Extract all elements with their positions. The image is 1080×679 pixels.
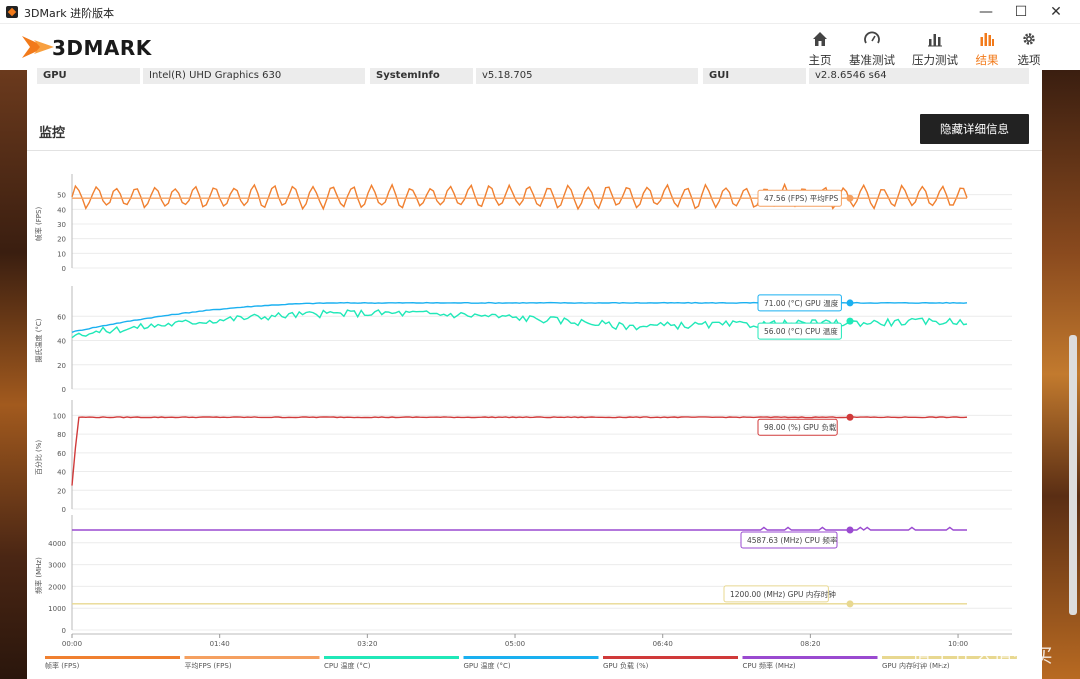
nav-results-label: 结果 xyxy=(975,53,999,67)
y-tick-label: 100 xyxy=(53,412,66,420)
series-marker xyxy=(846,600,854,608)
title-bar: 3DMark 进阶版本 — ☐ ✕ xyxy=(0,0,1080,24)
x-tick-label: 05:00 xyxy=(505,640,525,648)
legend-swatch xyxy=(324,656,459,659)
nav-benchmark[interactable]: 基准测试 xyxy=(846,24,898,70)
legend-label: 帧率 (FPS) xyxy=(45,661,80,670)
series-marker xyxy=(846,317,854,325)
maximize-button[interactable]: ☐ xyxy=(1005,0,1037,24)
systeminfo-value: v5.18.705 xyxy=(476,68,698,84)
gui-value: v2.8.6546 s64 xyxy=(809,68,1029,84)
legend-swatch xyxy=(463,656,599,659)
nav-stress-test[interactable]: 压力测试 xyxy=(909,24,961,70)
nav-stress-test-label: 压力测试 xyxy=(912,53,958,67)
y-tick-label: 0 xyxy=(62,506,66,514)
series-line xyxy=(72,526,967,531)
close-button[interactable]: ✕ xyxy=(1040,0,1072,24)
results-content: GPU Intel(R) UHD Graphics 630 SystemInfo… xyxy=(27,68,1042,679)
systeminfo-label: SystemInfo xyxy=(370,68,473,84)
hide-details-button[interactable]: 隐藏详细信息 xyxy=(920,114,1029,144)
tooltip-text: 71.00 (°C) GPU 温度 xyxy=(764,298,839,308)
y-tick-label: 40 xyxy=(57,469,66,477)
x-tick-label: 03:20 xyxy=(357,640,377,648)
x-tick-label: 01:40 xyxy=(210,640,230,648)
legend-label: 平均FPS (FPS) xyxy=(185,661,232,670)
x-tick-label: 00:00 xyxy=(62,640,82,648)
monitoring-chart: 0 10 20 30 40 50 帧率 (FPS) 47.56 (FPS) 平均FPS 0 20 4… xyxy=(34,174,1017,670)
nav-home[interactable]: 主页 xyxy=(804,24,836,70)
tooltip-text: 1200.00 (MHz) GPU 内存时钟 xyxy=(730,589,836,599)
nav-home-label: 主页 xyxy=(808,53,832,67)
background-art-left xyxy=(0,70,27,679)
legend-label: GPU 温度 (°C) xyxy=(464,661,511,670)
gui-label: GUI xyxy=(703,68,806,84)
watermark-text: 值 | 什么值得买 xyxy=(912,645,1054,667)
nav-benchmark-label: 基准测试 xyxy=(849,53,895,67)
y-tick-label: 40 xyxy=(57,338,66,346)
page-scrollbar[interactable] xyxy=(1069,335,1077,615)
home-icon xyxy=(812,28,828,50)
y-tick-label: 0 xyxy=(62,265,66,273)
y-axis-label: 摄氏温度 (°C) xyxy=(34,318,43,362)
y-tick-label: 1000 xyxy=(48,605,66,613)
app-header: 3DMARK 主页 基准测试 压力测试 结果 选项 xyxy=(0,24,1080,70)
nav-results[interactable]: 结果 xyxy=(971,24,1003,70)
window-title: 3DMark 进阶版本 xyxy=(24,7,115,20)
gear-icon xyxy=(1021,28,1037,50)
series-marker xyxy=(846,299,854,307)
tooltip-text: 4587.63 (MHz) CPU 频率 xyxy=(747,535,838,545)
y-axis-label: 百分比 (%) xyxy=(34,440,43,476)
gpu-value: Intel(R) UHD Graphics 630 xyxy=(143,68,365,84)
results-icon xyxy=(979,28,995,50)
y-tick-label: 20 xyxy=(57,362,66,370)
system-info-row: GPU Intel(R) UHD Graphics 630 SystemInfo… xyxy=(37,68,1037,84)
logo-text: 3DMARK xyxy=(52,36,152,60)
nav-options-label: 选项 xyxy=(1017,53,1041,67)
legend-label: GPU 负载 (%) xyxy=(603,661,649,670)
y-tick-label: 0 xyxy=(62,386,66,394)
legend-swatch xyxy=(45,656,180,659)
y-axis-label: 频率 (MHz) xyxy=(34,557,43,594)
bar-chart-icon xyxy=(927,28,943,50)
y-tick-label: 80 xyxy=(57,431,66,439)
y-axis-label: 帧率 (FPS) xyxy=(34,207,43,242)
y-tick-label: 2000 xyxy=(48,583,66,591)
gauge-icon xyxy=(864,28,880,50)
legend-swatch xyxy=(184,656,320,659)
y-tick-label: 4000 xyxy=(48,540,66,548)
tooltip-text: 56.00 (°C) CPU 温度 xyxy=(764,326,838,336)
y-tick-label: 20 xyxy=(57,236,66,244)
minimize-button[interactable]: — xyxy=(970,0,1002,24)
y-tick-label: 60 xyxy=(57,450,66,458)
x-tick-label: 06:40 xyxy=(653,640,673,648)
y-tick-label: 10 xyxy=(57,250,66,258)
y-tick-label: 20 xyxy=(57,487,66,495)
y-tick-label: 50 xyxy=(57,192,66,200)
series-marker xyxy=(846,526,854,534)
y-tick-label: 40 xyxy=(57,206,66,214)
series-marker xyxy=(846,194,854,202)
monitoring-title: 监控 xyxy=(39,126,66,141)
legend-label: CPU 频率 (MHz) xyxy=(743,661,796,670)
legend-swatch xyxy=(603,656,738,659)
y-tick-label: 0 xyxy=(62,627,66,635)
legend-label: CPU 温度 (°C) xyxy=(324,661,371,670)
nav-options[interactable]: 选项 xyxy=(1013,24,1045,70)
app-window: 3DMark 进阶版本 — ☐ ✕ 3DMARK 主页 基准测试 压力测试 结果… xyxy=(0,0,1080,70)
tooltip-text: 98.00 (%) GPU 负载 xyxy=(764,422,837,432)
series-marker xyxy=(846,413,854,421)
x-tick-label: 08:20 xyxy=(800,640,820,648)
app-logo-icon xyxy=(6,6,18,18)
gpu-label: GPU xyxy=(37,68,140,84)
y-tick-label: 3000 xyxy=(48,562,66,570)
y-tick-label: 30 xyxy=(57,221,66,229)
y-tick-label: 60 xyxy=(57,313,66,321)
3dmark-logo: 3DMARK xyxy=(20,30,180,64)
legend-swatch xyxy=(742,656,878,659)
tooltip-text: 47.56 (FPS) 平均FPS xyxy=(764,193,839,203)
